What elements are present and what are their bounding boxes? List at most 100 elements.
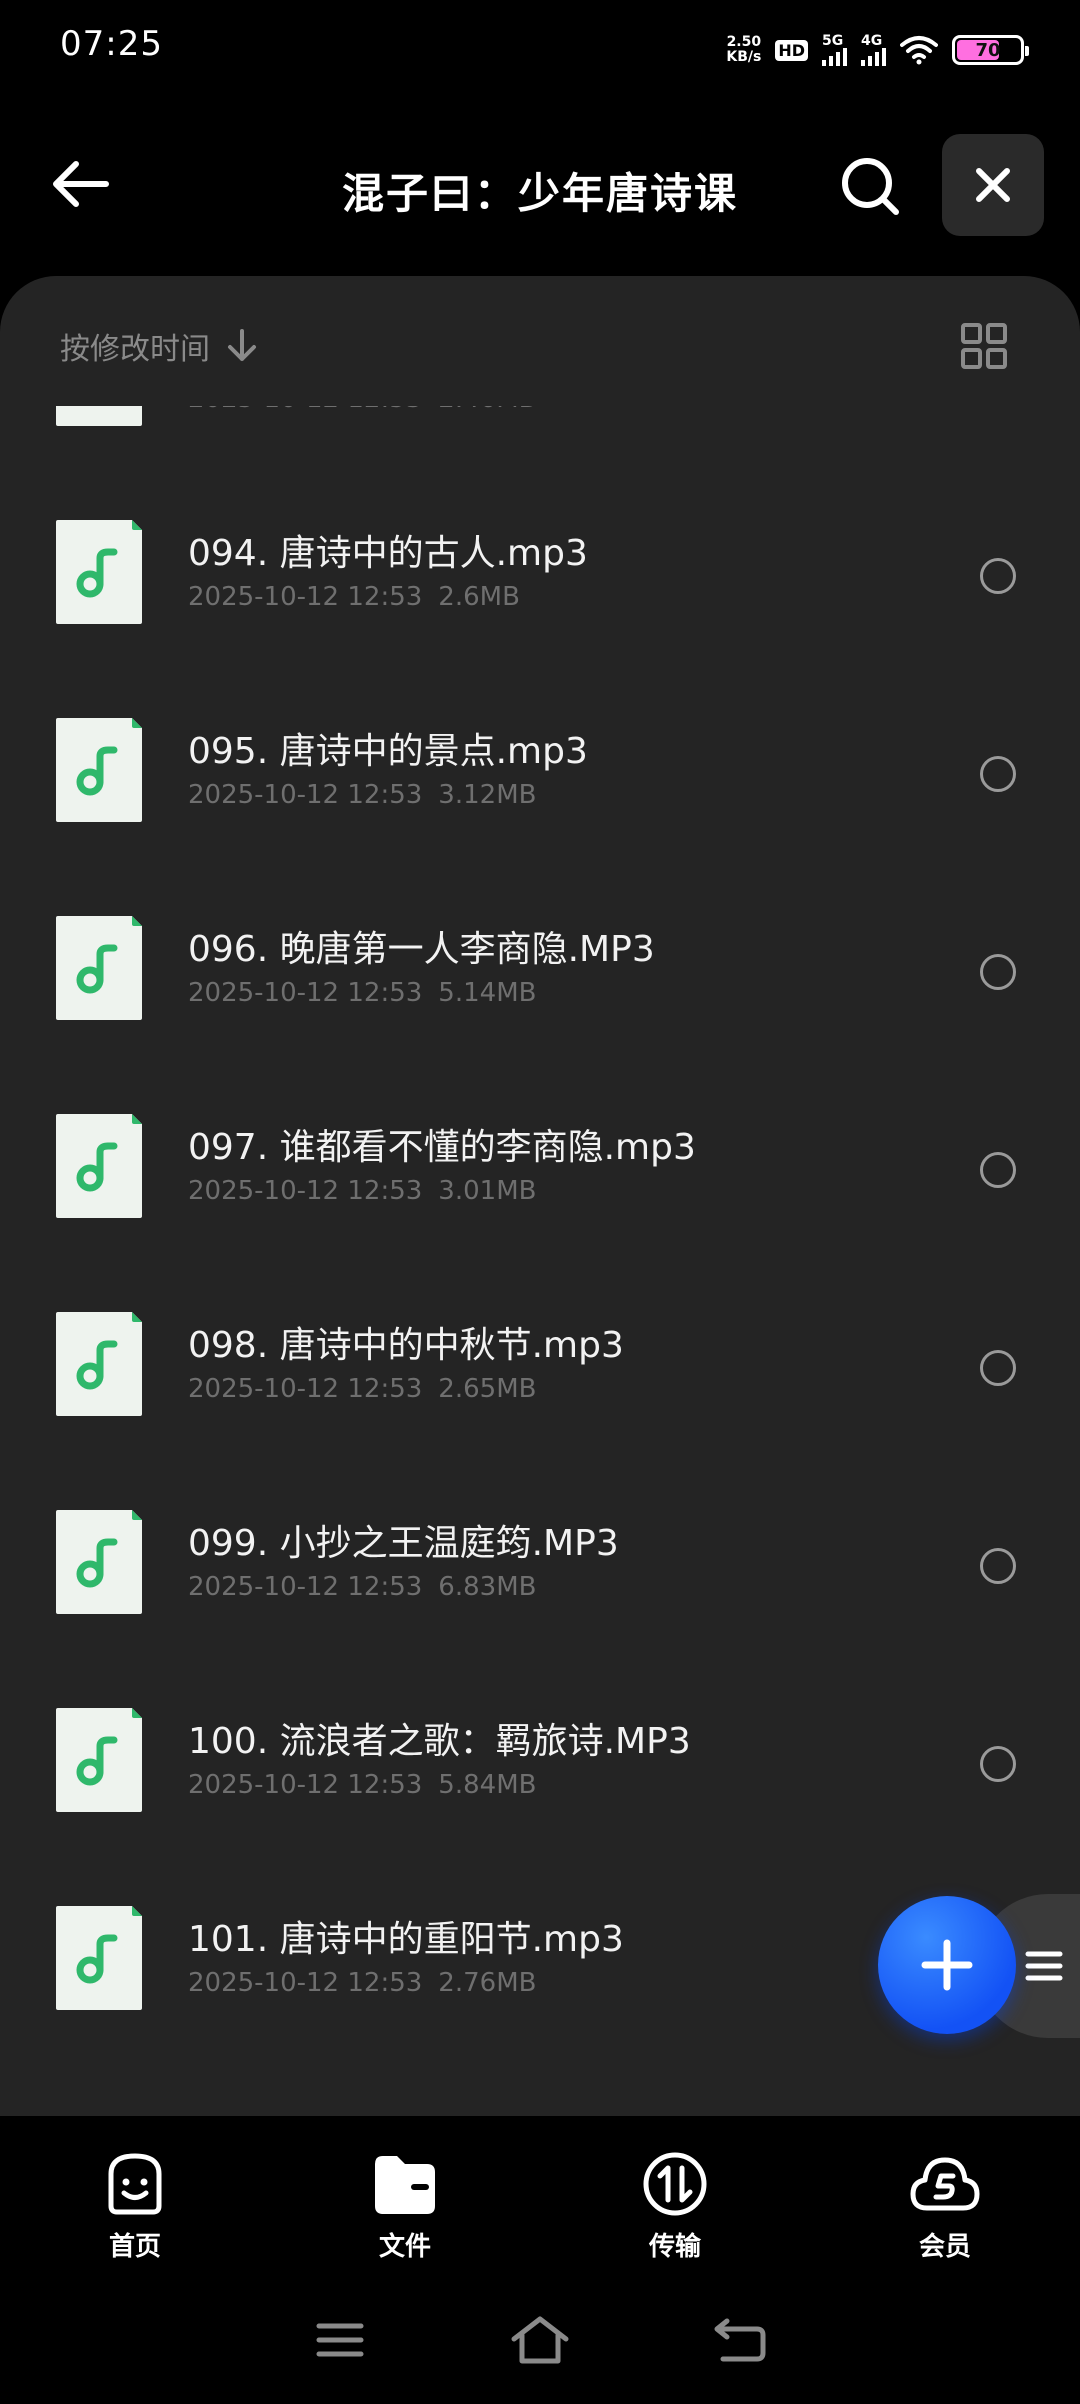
search-icon (842, 158, 899, 215)
signal-4g-icon: 4G (861, 34, 886, 66)
audio-file-icon (56, 1708, 142, 1812)
cloud-member-icon (910, 2157, 980, 2211)
file-size: 3.12MB (438, 780, 537, 810)
file-size: 2.46MB (438, 406, 536, 414)
file-meta: 2025-10-12 12:53 2.65MB (188, 1374, 536, 1404)
status-time: 07:25 (60, 24, 163, 64)
menu-lines-icon (316, 2323, 364, 2357)
file-name: 098. 唐诗中的中秋节.mp3 (188, 1325, 624, 1366)
folder-icon (375, 2156, 435, 2214)
nav-item-files[interactable]: 文件 (270, 2116, 540, 2266)
file-meta: 2025-10-12 12:53 3.01MB (188, 1176, 536, 1206)
file-size: 2.65MB (438, 1374, 537, 1404)
file-date: 2025-10-12 12:53 (188, 1176, 423, 1206)
status-bar: 07:25 2.50 KB/s HD 5G 4G 70 (0, 0, 1080, 92)
page-title: 混子曰：少年唐诗课 (341, 169, 738, 218)
file-name: 095. 唐诗中的景点.mp3 (188, 731, 588, 772)
audio-file-icon (56, 718, 142, 822)
select-radio[interactable] (980, 1152, 1016, 1188)
file-row[interactable]: 100. 流浪者之歌：羁旅诗.MP3 2025-10-12 12:53 5.84MB (0, 1662, 1080, 1860)
file-date: 2025-10-12 12:53 (188, 406, 422, 414)
file-row[interactable]: 096. 晚唐第一人李商隐.MP3 2025-10-12 12:53 5.14MB (0, 870, 1080, 1068)
select-radio[interactable] (980, 1746, 1016, 1782)
nav-item-member[interactable]: 会员 (810, 2116, 1080, 2266)
home-icon (511, 2316, 569, 2364)
plus-icon (921, 1939, 973, 1991)
transfer-icon (643, 2152, 707, 2216)
file-list-content: 2025-10-12 12:53 2.46MB 094. 唐诗中的古人.mp3 202… (0, 406, 1080, 2058)
select-radio[interactable] (980, 1548, 1016, 1584)
return-icon (714, 2318, 766, 2362)
audio-file-icon (56, 1906, 142, 2010)
sort-by-modified-time[interactable]: 按修改时间 (60, 324, 210, 368)
grid-view-button[interactable] (954, 316, 1014, 376)
nav-label-files: 文件 (378, 2232, 431, 2262)
hd-icon: HD (775, 39, 808, 61)
file-size: 3.01MB (438, 1176, 537, 1206)
audio-file-icon (56, 1114, 142, 1218)
select-radio[interactable] (980, 954, 1016, 990)
file-meta: 2025-10-12 12:53 3.12MB (188, 780, 536, 810)
file-name: 097. 谁都看不懂的李商隐.mp3 (188, 1127, 696, 1168)
file-size: 5.14MB (438, 978, 537, 1008)
home-smile-icon (108, 2153, 162, 2215)
file-date: 2025-10-12 12:53 (188, 582, 423, 612)
bottom-nav: 首页 文件 传输 会员 (0, 2116, 1080, 2266)
file-row[interactable]: 095. 唐诗中的景点.mp3 2025-10-12 12:53 3.12MB (0, 672, 1080, 870)
file-row[interactable]: 2025-10-12 12:53 2.46MB (0, 406, 1080, 474)
file-meta: 2025-10-12 12:53 2.46MB (188, 406, 536, 414)
file-row[interactable]: 097. 谁都看不懂的李商隐.mp3 2025-10-12 12:53 3.01MB (0, 1068, 1080, 1266)
search-button[interactable] (834, 150, 906, 222)
file-row[interactable]: 094. 唐诗中的古人.mp3 2025-10-12 12:53 2.6MB (0, 474, 1080, 672)
select-radio[interactable] (980, 756, 1016, 792)
audio-file-icon (56, 1510, 142, 1614)
nav-item-transfer[interactable]: 传输 (540, 2116, 810, 2266)
file-row[interactable]: 099. 小抄之王温庭筠.MP3 2025-10-12 12:53 6.83MB (0, 1464, 1080, 1662)
file-date: 2025-10-12 12:53 (188, 1374, 423, 1404)
audio-file-icon (56, 1312, 142, 1416)
header: 混子曰：少年唐诗课 (0, 120, 1080, 250)
home-button[interactable] (505, 2305, 575, 2375)
file-meta: 2025-10-12 12:53 2.76MB (188, 1968, 536, 1998)
file-meta: 2025-10-12 12:53 5.84MB (188, 1770, 536, 1800)
file-date: 2025-10-12 12:53 (188, 1968, 423, 1998)
file-size: 5.84MB (438, 1770, 537, 1800)
audio-file-icon (56, 520, 142, 624)
grid-view-icon (961, 323, 1007, 369)
select-radio[interactable] (980, 1350, 1016, 1386)
file-name: 100. 流浪者之歌：羁旅诗.MP3 (188, 1721, 691, 1762)
file-meta: 2025-10-12 12:53 5.14MB (188, 978, 536, 1008)
system-nav-bar (0, 2290, 1080, 2390)
add-fab-button[interactable] (878, 1896, 1016, 2034)
nav-label-transfer: 传输 (648, 2232, 701, 2262)
file-date: 2025-10-12 12:53 (188, 780, 423, 810)
audio-file-icon (56, 916, 142, 1020)
file-meta: 2025-10-12 12:53 6.83MB (188, 1572, 536, 1602)
file-name: 096. 晚唐第一人李商隐.MP3 (188, 929, 655, 970)
arrow-down-icon (228, 329, 256, 361)
file-row[interactable]: 098. 唐诗中的中秋节.mp3 2025-10-12 12:53 2.65MB (0, 1266, 1080, 1464)
status-icons: 2.50 KB/s HD 5G 4G 70 (726, 30, 1029, 70)
network-speed: 2.50 KB/s (726, 34, 762, 65)
file-date: 2025-10-12 12:53 (188, 1572, 423, 1602)
file-name: 101. 唐诗中的重阳节.mp3 (188, 1919, 624, 1960)
file-name: 094. 唐诗中的古人.mp3 (188, 533, 588, 574)
nav-item-home[interactable]: 首页 (0, 2116, 270, 2266)
back-system-button[interactable] (705, 2305, 775, 2375)
nav-label-home: 首页 (108, 2232, 161, 2262)
wifi-icon (900, 36, 938, 65)
file-size: 2.6MB (438, 582, 520, 612)
close-button[interactable] (942, 134, 1044, 236)
recent-apps-button[interactable] (305, 2305, 375, 2375)
file-panel: 按修改时间 2025-10-12 12:53 2.46MB 094. 唐诗中的古人.… (0, 276, 1080, 2116)
select-radio[interactable] (980, 558, 1016, 594)
sort-bar: 按修改时间 (60, 316, 1020, 376)
close-icon (976, 168, 1010, 202)
file-list[interactable]: 2025-10-12 12:53 2.46MB 094. 唐诗中的古人.mp3 202… (0, 406, 1080, 2116)
file-size: 2.76MB (438, 1968, 537, 1998)
file-size: 6.83MB (438, 1572, 537, 1602)
signal-5g-icon: 5G (822, 34, 847, 66)
sort-direction-button[interactable] (226, 329, 258, 363)
file-date: 2025-10-12 12:53 (188, 978, 423, 1008)
file-date: 2025-10-12 12:53 (188, 1770, 423, 1800)
